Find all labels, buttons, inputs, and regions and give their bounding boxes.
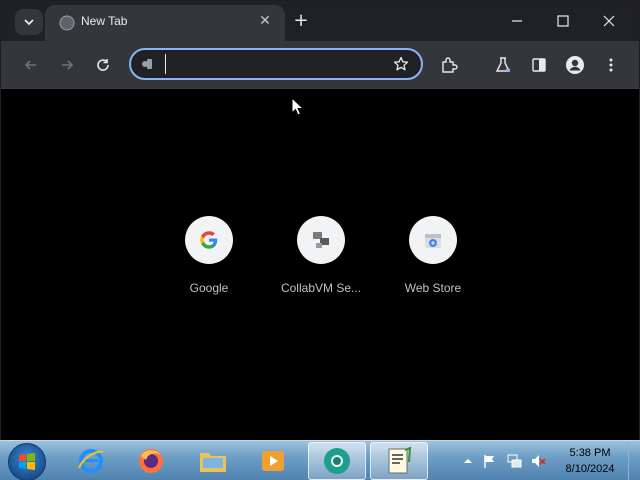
shortcut-google[interactable]: Google (153, 216, 265, 306)
shortcut-label: CollabVM Se... (280, 281, 362, 295)
maximize-button[interactable] (553, 11, 573, 31)
shortcut-tile (409, 216, 457, 264)
volume-muted-icon[interactable] (530, 453, 546, 469)
side-panel-button[interactable] (529, 55, 549, 75)
file-explorer-icon (200, 453, 226, 472)
show-desktop-button[interactable] (628, 441, 640, 480)
address-input[interactable] (165, 54, 385, 74)
internet-explorer-icon (78, 449, 104, 473)
new-tab-page: Google CollabVM Se... Web Store (1, 90, 639, 441)
profile-icon (566, 56, 584, 74)
shortcut-web-store[interactable]: Web Store (377, 216, 489, 306)
webstore-icon (425, 234, 441, 248)
taskbar-media-player[interactable] (244, 442, 302, 480)
start-button[interactable] (8, 443, 46, 480)
taskbar-firefox[interactable] (122, 442, 180, 480)
profile-button[interactable] (565, 55, 585, 75)
back-icon (24, 60, 36, 70)
tab-close-button[interactable]: ✕ (257, 13, 273, 29)
shortcut-collabvm[interactable]: CollabVM Se... (265, 216, 377, 306)
clock-time: 5:38 PM (569, 447, 611, 459)
taskbar-chrome[interactable] (308, 442, 366, 480)
side-panel-icon (532, 58, 546, 72)
taskbar-file-explorer[interactable] (184, 442, 242, 480)
back-button[interactable] (21, 55, 41, 75)
forward-button[interactable] (57, 55, 77, 75)
tab-new-tab[interactable]: New Tab ✕ (45, 5, 285, 41)
labs-button[interactable] (493, 55, 513, 75)
omnibox[interactable] (129, 48, 423, 80)
taskbar-notepad[interactable] (370, 442, 428, 480)
site-info-icon (142, 59, 152, 69)
shortcut-label: Web Store (404, 281, 462, 295)
firefox-icon (139, 449, 163, 473)
tab-search-button[interactable] (15, 9, 43, 35)
show-hidden-icons-icon[interactable] (460, 453, 476, 469)
forward-icon (62, 60, 74, 70)
title-bar: New Tab ✕ + (1, 1, 639, 41)
clock[interactable]: 5:38 PM 8/10/2024 (560, 445, 620, 477)
reload-button[interactable] (93, 55, 113, 75)
google-icon (200, 231, 218, 249)
taskbar: 5:38 PM 8/10/2024 (0, 440, 640, 480)
taskbar-internet-explorer[interactable] (62, 442, 120, 480)
shortcut-tile (297, 216, 345, 264)
shortcut-tile (185, 216, 233, 264)
shortcut-label: Google (189, 281, 229, 295)
tab-title: New Tab (81, 14, 128, 28)
reload-icon (97, 59, 109, 71)
network-icon[interactable] (506, 453, 522, 469)
media-player-icon (262, 451, 284, 471)
globe-icon (59, 15, 75, 31)
new-tab-button[interactable]: + (291, 11, 311, 31)
star-icon[interactable] (393, 56, 409, 72)
notepad-icon (388, 446, 412, 474)
chevron-down-icon (24, 19, 34, 26)
extensions-icon (442, 57, 458, 73)
action-center-flag-icon[interactable] (482, 453, 498, 469)
toolbar (1, 41, 639, 89)
mouse-cursor-icon (291, 97, 305, 116)
minimize-button[interactable] (507, 11, 527, 31)
menu-icon (609, 58, 613, 72)
extensions-button[interactable] (439, 55, 459, 75)
labs-icon (495, 57, 511, 72)
clock-date: 8/10/2024 (565, 463, 615, 475)
windows-logo-icon (19, 453, 35, 470)
chrome-icon (324, 448, 350, 474)
collabvm-icon (313, 232, 329, 248)
close-window-button[interactable] (599, 11, 619, 31)
browser-window: New Tab ✕ + Google CollabVM Se... Web St… (0, 0, 640, 441)
menu-button[interactable] (601, 55, 621, 75)
